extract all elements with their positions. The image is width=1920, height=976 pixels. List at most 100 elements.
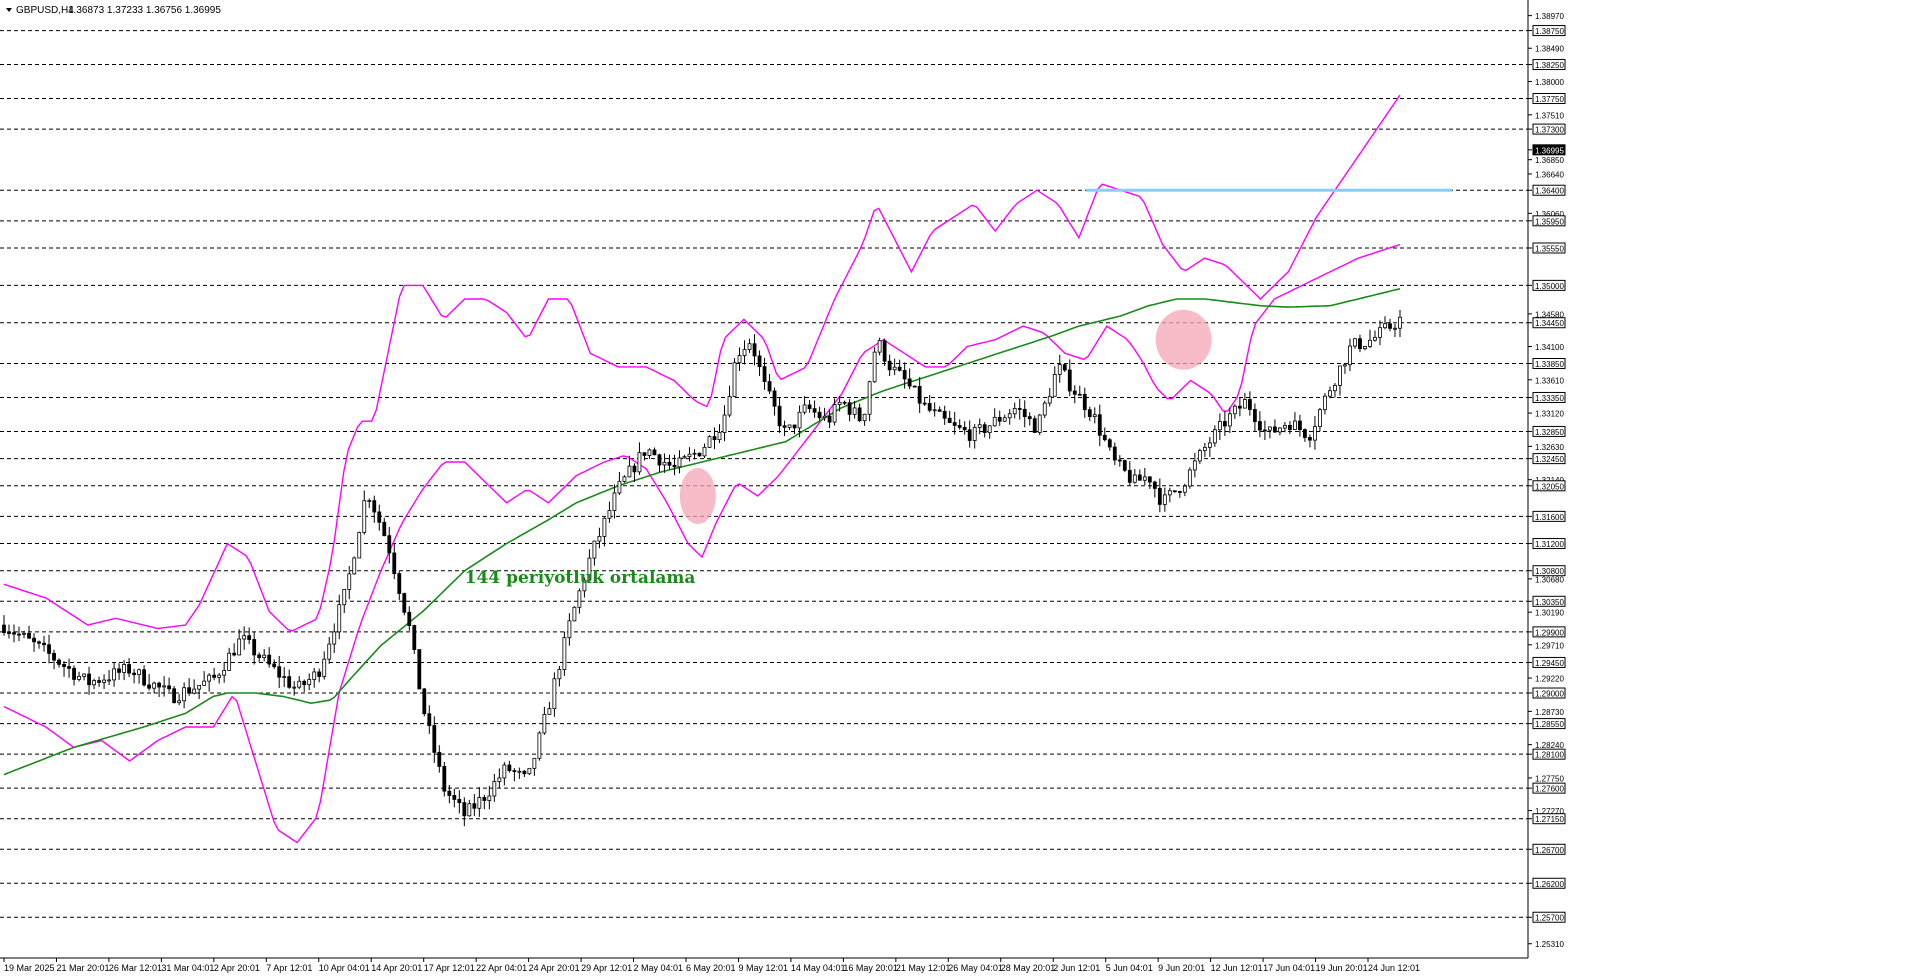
header: GBPUSD,H4 1.36873 1.37233 1.36756 1.3699… (6, 5, 221, 16)
candle-body (382, 521, 387, 537)
candle-body (347, 573, 352, 590)
candle-body (1263, 429, 1267, 432)
candle-body (672, 464, 677, 468)
price-label: 1.34100 (1535, 343, 1564, 352)
candle-body (7, 632, 11, 634)
candle-body (677, 457, 682, 468)
candle-body (397, 573, 402, 594)
candle-body (832, 404, 837, 423)
candle-body (187, 687, 192, 694)
candle-body (22, 632, 26, 635)
candle-body (1032, 418, 1037, 433)
price-label: 1.35950 (1535, 217, 1564, 226)
candle (417, 649, 422, 690)
candle-body (312, 671, 317, 680)
candle-body (302, 680, 307, 686)
candle-body (1207, 442, 1212, 448)
candle-body (1057, 364, 1062, 375)
candle-body (837, 401, 842, 405)
candle-body (322, 658, 327, 677)
candle-body (1162, 494, 1167, 505)
candle-body (1333, 384, 1337, 392)
candle-body (727, 396, 732, 416)
time-label: 16 May 20:01 (843, 963, 898, 973)
candle-body (947, 417, 952, 423)
candle-body (737, 355, 742, 364)
time-label: 24 Apr 20:01 (529, 963, 580, 973)
time-label: 21 May 12:01 (896, 963, 951, 973)
candle-body (757, 355, 762, 368)
candle-body (687, 453, 692, 458)
candle-body (132, 672, 136, 676)
candle-body (1288, 425, 1292, 430)
price-label: 1.28100 (1535, 751, 1564, 760)
candle-body (732, 362, 737, 397)
candle-body (127, 664, 131, 674)
candle-body (1247, 399, 1252, 410)
candle-body (1027, 416, 1032, 420)
candle-body (1242, 399, 1247, 409)
candle-body (327, 643, 332, 660)
gbpusd-h4-chart: 144 periyotluk ortalama 1.38970 1.38750 1.… (0, 0, 1920, 976)
candle-body (1147, 476, 1152, 483)
price-label: 1.37510 (1535, 111, 1564, 120)
candle-body (1127, 469, 1132, 483)
candle (562, 631, 567, 676)
candle-body (172, 688, 177, 704)
time-label: 24 Jun 12:01 (1368, 963, 1420, 973)
candle-body (1318, 409, 1322, 428)
candle-body (762, 366, 767, 382)
candle-body (1092, 414, 1097, 417)
price-label: 1.35000 (1535, 282, 1564, 291)
candle-body (197, 684, 202, 690)
price-label: 1.38250 (1535, 61, 1564, 70)
candle-body (862, 413, 867, 422)
candle-body (962, 427, 967, 431)
candle-body (272, 663, 277, 668)
candle-body (702, 446, 707, 457)
candle-body (407, 611, 412, 626)
candle-body (1097, 414, 1102, 436)
price-label: 1.31600 (1535, 513, 1564, 522)
candle-body (932, 409, 937, 412)
candle-body (872, 351, 877, 383)
candle-body (812, 408, 817, 413)
candle-body (1308, 437, 1312, 441)
price-label: 1.33350 (1535, 394, 1564, 403)
candle-body (432, 725, 437, 753)
candle-body (87, 673, 91, 686)
candle-body (1252, 409, 1257, 422)
time-label: 19 Mar 2025 (4, 963, 55, 973)
price-label: 1.38750 (1535, 27, 1564, 36)
candle-body (557, 669, 562, 680)
candle-body (852, 407, 857, 415)
time-label: 9 Jun 20:01 (1158, 963, 1205, 973)
price-label: 1.25700 (1535, 914, 1564, 923)
price-label: 1.36400 (1535, 187, 1564, 196)
candle-body (997, 416, 1002, 422)
price-label: 1.37750 (1535, 95, 1564, 104)
candle-body (1348, 345, 1352, 366)
candle-body (32, 637, 36, 643)
price-label: 1.27750 (1535, 774, 1564, 783)
candle-body (1343, 364, 1347, 367)
candle-body (1152, 481, 1157, 489)
candle-body (622, 476, 627, 482)
candle-body (182, 687, 187, 702)
candle-body (107, 679, 111, 682)
candle-body (777, 405, 782, 427)
candle-body (1002, 417, 1007, 422)
candle-body (457, 799, 462, 804)
candle-body (897, 366, 902, 371)
candle-body (642, 452, 647, 456)
candle-body (747, 343, 752, 351)
candle-body (217, 674, 222, 678)
candle-body (57, 659, 61, 665)
candle-body (262, 654, 267, 658)
candle (412, 624, 417, 655)
candle (1037, 413, 1042, 436)
time-label: 2 Apr 20:01 (214, 963, 260, 973)
candle-body (1328, 390, 1332, 397)
candle-body (297, 680, 302, 688)
candle-body (167, 685, 172, 690)
